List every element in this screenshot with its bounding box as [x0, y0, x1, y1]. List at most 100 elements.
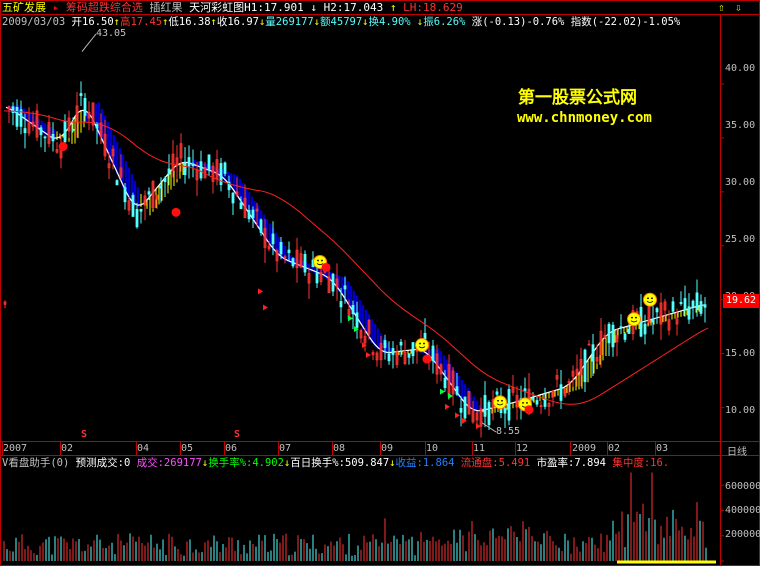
pred-vol: 预测成交:0	[75, 457, 131, 469]
turnover-rate: 换手率%:4.902	[208, 457, 284, 469]
watermark-title: 第一股票公式网	[518, 88, 637, 108]
high-annotation: 43.05	[96, 28, 127, 39]
x-tick-label: 2009	[572, 443, 597, 454]
candle-body	[495, 391, 499, 395]
vol-tick-label: 200000	[725, 529, 760, 540]
smiley-eye	[501, 399, 503, 402]
outer-frame	[0, 0, 760, 566]
x-tick-label: 04	[137, 443, 150, 454]
stock-name[interactable]: 五矿发展	[2, 1, 46, 14]
candle-body	[459, 407, 463, 413]
candle-body	[351, 305, 355, 315]
header-row-1: 五矿发展 ▸ 筹码超跌综合选 插红果 天河彩虹图H1:17.901 ↓ H2:1…	[2, 1, 463, 14]
candle-body	[163, 177, 167, 183]
candle-body	[455, 386, 459, 395]
buy-flag-icon	[440, 388, 445, 395]
date-value: 2009/03/03	[2, 16, 66, 28]
candle-body	[51, 133, 55, 142]
y-tick-label: 30.00	[725, 177, 756, 188]
candle-body	[619, 326, 623, 329]
volume-value: 量269177	[265, 16, 314, 28]
candle-body	[71, 128, 75, 131]
day-turnover: 百日换手%:509.847	[290, 457, 390, 469]
candle-body	[251, 209, 255, 219]
candle-body	[691, 300, 695, 308]
candle-body	[271, 233, 275, 245]
smiley-eye	[419, 342, 421, 345]
smiley-eye	[497, 399, 499, 402]
indicator-name-2[interactable]: 插红果	[150, 1, 183, 14]
y-tick-label: 40.00	[725, 63, 756, 74]
candle-body	[15, 107, 19, 127]
x-tick-label: 2007	[3, 443, 28, 454]
candle-body	[315, 272, 319, 284]
close-value: 收16.97	[216, 16, 259, 28]
candle-body	[531, 397, 535, 400]
amplitude-value: 振6.26%	[423, 16, 466, 28]
arrow-up-icon[interactable]: ⇧	[718, 1, 725, 14]
smiley-eye	[423, 342, 425, 345]
y-tick-label: 10.00	[725, 405, 756, 416]
smiley-eye	[522, 401, 524, 404]
h1-value: H1:17.901	[244, 1, 304, 14]
candle-body	[423, 332, 427, 340]
sell-flag-icon	[366, 352, 371, 358]
sub-title[interactable]: V看盘助手(0)	[2, 457, 69, 469]
smiley-icon	[627, 312, 641, 327]
candle-body	[703, 304, 707, 308]
period-daily[interactable]: 日线	[727, 443, 747, 458]
candle-body	[679, 302, 683, 304]
candle-body	[507, 389, 511, 421]
candle-body	[79, 93, 83, 97]
candle-body	[387, 353, 391, 362]
sub-header: V看盘助手(0) 预测成交:0 成交:269177↓换手率%:4.902↓百日换…	[2, 457, 670, 469]
candle-body	[487, 401, 491, 426]
open-value: 开16.50	[71, 16, 114, 28]
candle-body	[223, 162, 227, 174]
sell-flag-icon	[445, 403, 450, 410]
high-leader-line	[81, 33, 97, 52]
buy-flag-icon	[348, 315, 353, 322]
index-value: 指数(-22.02)-1.05%	[570, 16, 681, 28]
sell-flag-icon	[455, 412, 460, 419]
candle-body	[199, 161, 203, 179]
candle-body	[391, 348, 395, 355]
indicator-name-3[interactable]: 天河彩虹图	[189, 1, 244, 14]
candle-body	[247, 210, 251, 220]
smiley-icon	[415, 338, 429, 353]
candle-body	[535, 400, 539, 405]
red-fruit-icon	[171, 207, 181, 217]
indicator-name-1[interactable]: 筹码超跌综合选	[66, 1, 143, 14]
candle-body	[559, 384, 563, 401]
x-tick-label: 02	[608, 443, 621, 454]
sell-marker: S	[234, 429, 241, 440]
arrow-down-icon[interactable]: ⇩	[735, 1, 742, 14]
candle-body	[543, 398, 547, 407]
candle-body	[239, 202, 243, 209]
concentration: 集中度:16.	[612, 457, 670, 469]
candle-body	[183, 162, 187, 176]
sell-marker: S	[81, 429, 88, 440]
candle-body	[39, 127, 43, 136]
candle-body	[671, 301, 675, 312]
high-value: 高17.45	[119, 16, 163, 28]
candle-body	[23, 128, 27, 134]
candle-body	[43, 136, 47, 139]
candle-body	[687, 306, 691, 320]
candle-body	[623, 333, 627, 340]
candle-body	[147, 191, 151, 195]
candle-body	[343, 285, 347, 290]
x-tick-label: 08	[333, 443, 346, 454]
red-fruit-icon	[422, 354, 432, 364]
smiley-eye	[651, 297, 653, 300]
x-tick-label: 10	[426, 443, 439, 454]
candle-body	[207, 154, 211, 170]
smiley-eye	[647, 297, 649, 300]
smiley-icon	[643, 292, 657, 307]
smiley-icon	[493, 395, 507, 410]
chart-canvas	[0, 0, 760, 566]
candle-body	[135, 209, 139, 228]
candle-body	[503, 408, 507, 414]
x-tick-label: 05	[181, 443, 194, 454]
y-tick-label: 25.00	[725, 234, 756, 245]
